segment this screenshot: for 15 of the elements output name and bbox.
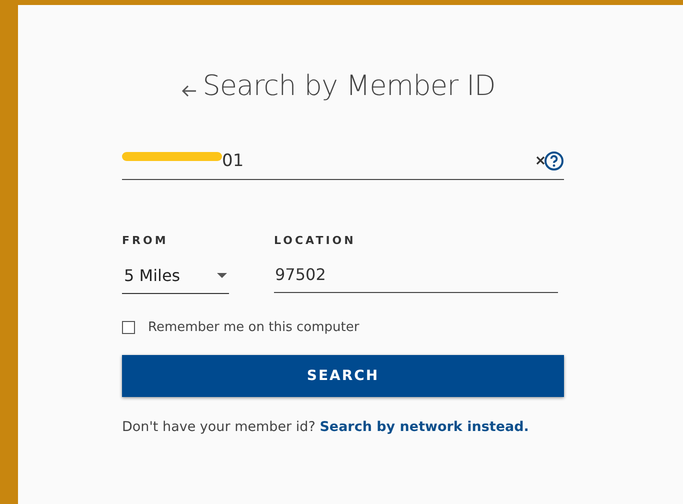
caret-icon <box>217 272 227 278</box>
back-arrow-icon[interactable] <box>180 84 197 96</box>
page-title: Search by Member ID <box>202 69 496 102</box>
network-search-link[interactable]: Search by network instead. <box>320 419 529 435</box>
location-field[interactable]: 97502 <box>274 257 558 293</box>
distance-select[interactable]: 5 Miles <box>122 257 229 294</box>
clear-icon[interactable] <box>536 156 545 165</box>
help-icon[interactable] <box>544 150 564 170</box>
member-id-field[interactable]: 01 <box>222 150 536 170</box>
from-label: FROM <box>122 234 170 247</box>
search-button[interactable]: SEARCH <box>122 355 564 397</box>
remember-checkbox[interactable] <box>122 321 135 334</box>
location-label: LOCATION <box>274 234 357 247</box>
footer-text: Don't have your member id? Search by network instead. <box>122 419 530 435</box>
remember-label: Remember me on this computer <box>148 320 360 335</box>
